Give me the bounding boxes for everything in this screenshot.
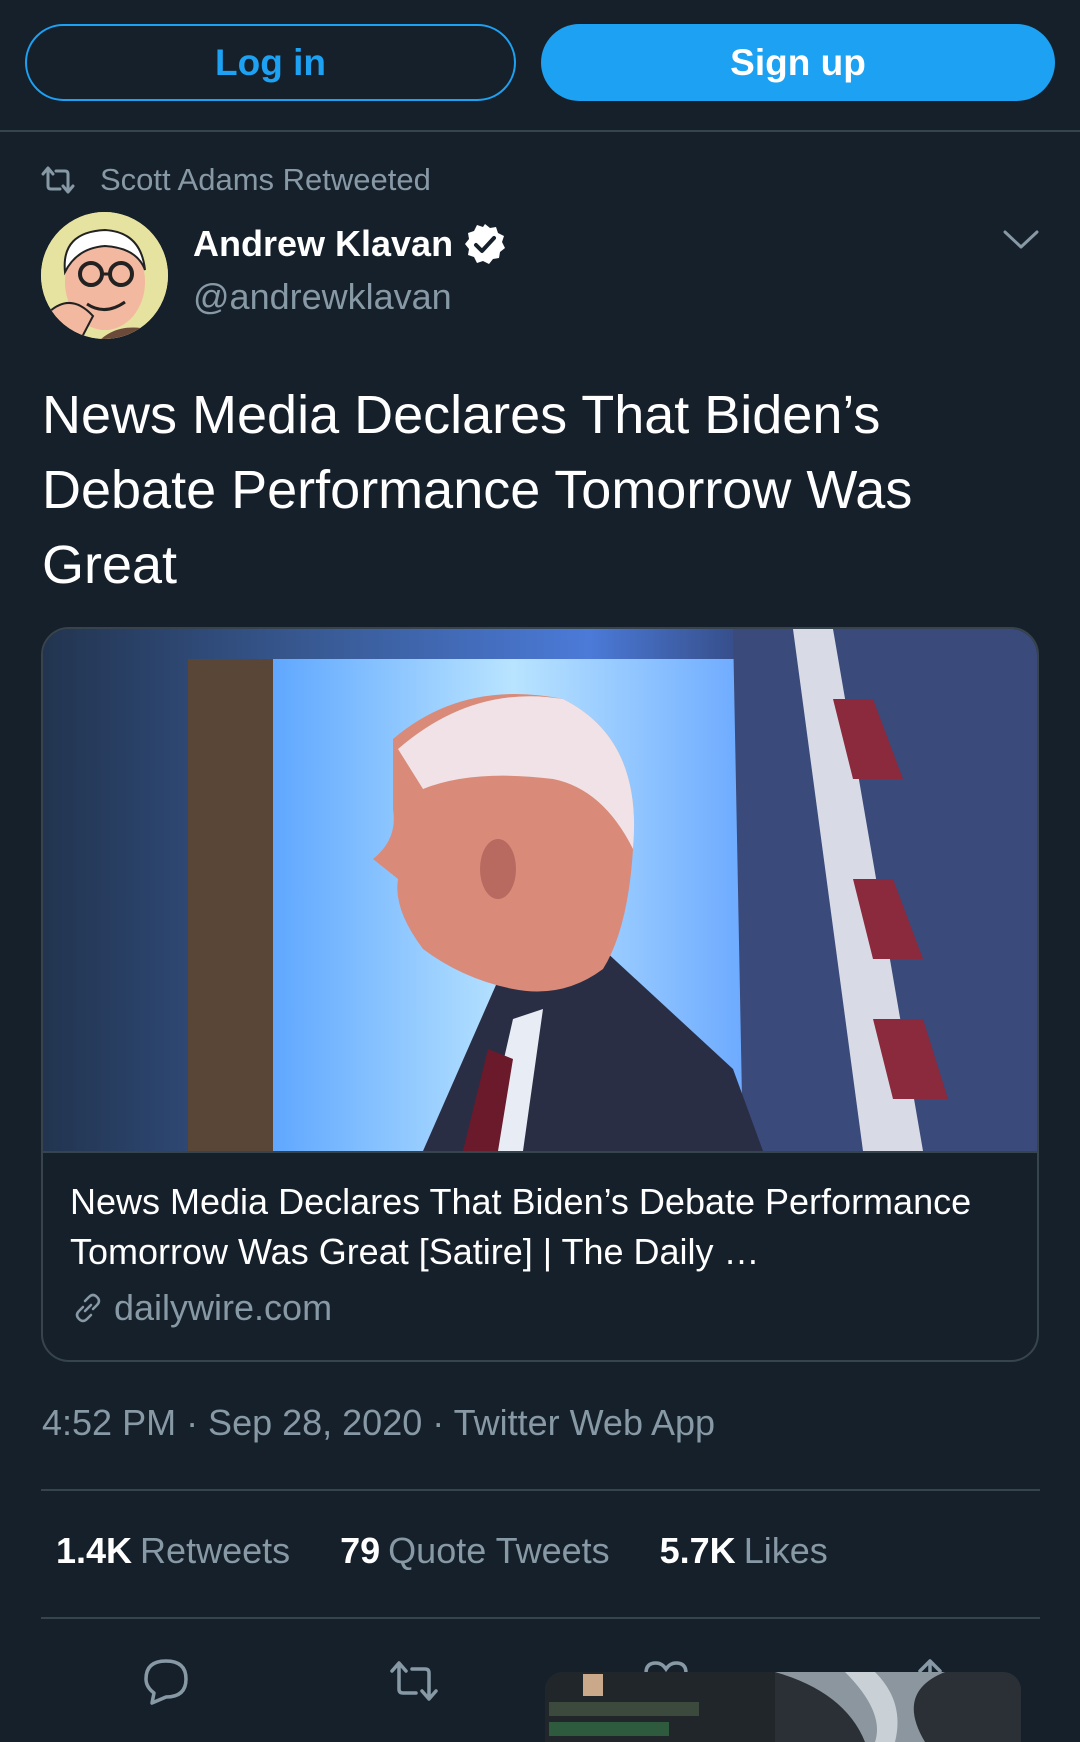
verified-badge-icon [465, 224, 506, 264]
likes-label: Likes [743, 1530, 828, 1571]
tweet-text: News Media Declares That Biden’s Debate … [42, 385, 913, 595]
reply-icon[interactable] [140, 1655, 192, 1707]
likes-stat[interactable]: 5.7K Likes [660, 1530, 828, 1572]
top-bar: Log in Sign up [0, 0, 1080, 132]
author-name-text: Andrew Klavan [193, 223, 454, 264]
picture-in-picture-overlay[interactable] [545, 1672, 1021, 1742]
retweet-context[interactable]: Scott Adams Retweeted [40, 160, 431, 200]
author-name[interactable]: Andrew Klavan [193, 222, 507, 266]
card-divider [43, 1151, 1037, 1153]
card-domain-text: dailywire.com [114, 1287, 333, 1328]
card-image[interactable] [43, 629, 1037, 1151]
retweets-stat[interactable]: 1.4K Retweets [56, 1530, 290, 1572]
retweet-icon[interactable] [388, 1655, 440, 1707]
quote-tweets-stat[interactable]: 79 Quote Tweets [340, 1530, 610, 1572]
retweeted-by-label: Scott Adams Retweeted [100, 162, 431, 197]
tweet-stats: 1.4K Retweets 79 Quote Tweets 5.7K Likes [56, 1530, 828, 1572]
tweet-timestamp[interactable]: 4:52 PM · Sep 28, 2020 · Twitter Web App [42, 1402, 715, 1444]
signup-button[interactable]: Sign up [541, 24, 1055, 101]
link-card[interactable]: News Media Declares That Biden’s Debate … [41, 627, 1039, 1362]
card-domain[interactable]: dailywire.com [70, 1287, 332, 1329]
likes-count: 5.7K [659, 1530, 736, 1571]
avatar[interactable] [41, 212, 168, 339]
retweets-label: Retweets [140, 1530, 291, 1571]
retweets-count: 1.4K [56, 1530, 133, 1571]
link-icon [75, 1293, 101, 1323]
card-title[interactable]: News Media Declares That Biden’s Debate … [70, 1177, 1020, 1277]
author-handle[interactable]: @andrewklavan [193, 276, 452, 318]
divider [41, 1617, 1040, 1619]
quote-tweets-label: Quote Tweets [388, 1530, 610, 1571]
chevron-down-icon[interactable] [1002, 228, 1040, 252]
retweet-icon [41, 166, 75, 194]
login-button[interactable]: Log in [25, 24, 516, 101]
quote-tweets-count: 79 [340, 1530, 381, 1571]
divider [41, 1489, 1040, 1491]
